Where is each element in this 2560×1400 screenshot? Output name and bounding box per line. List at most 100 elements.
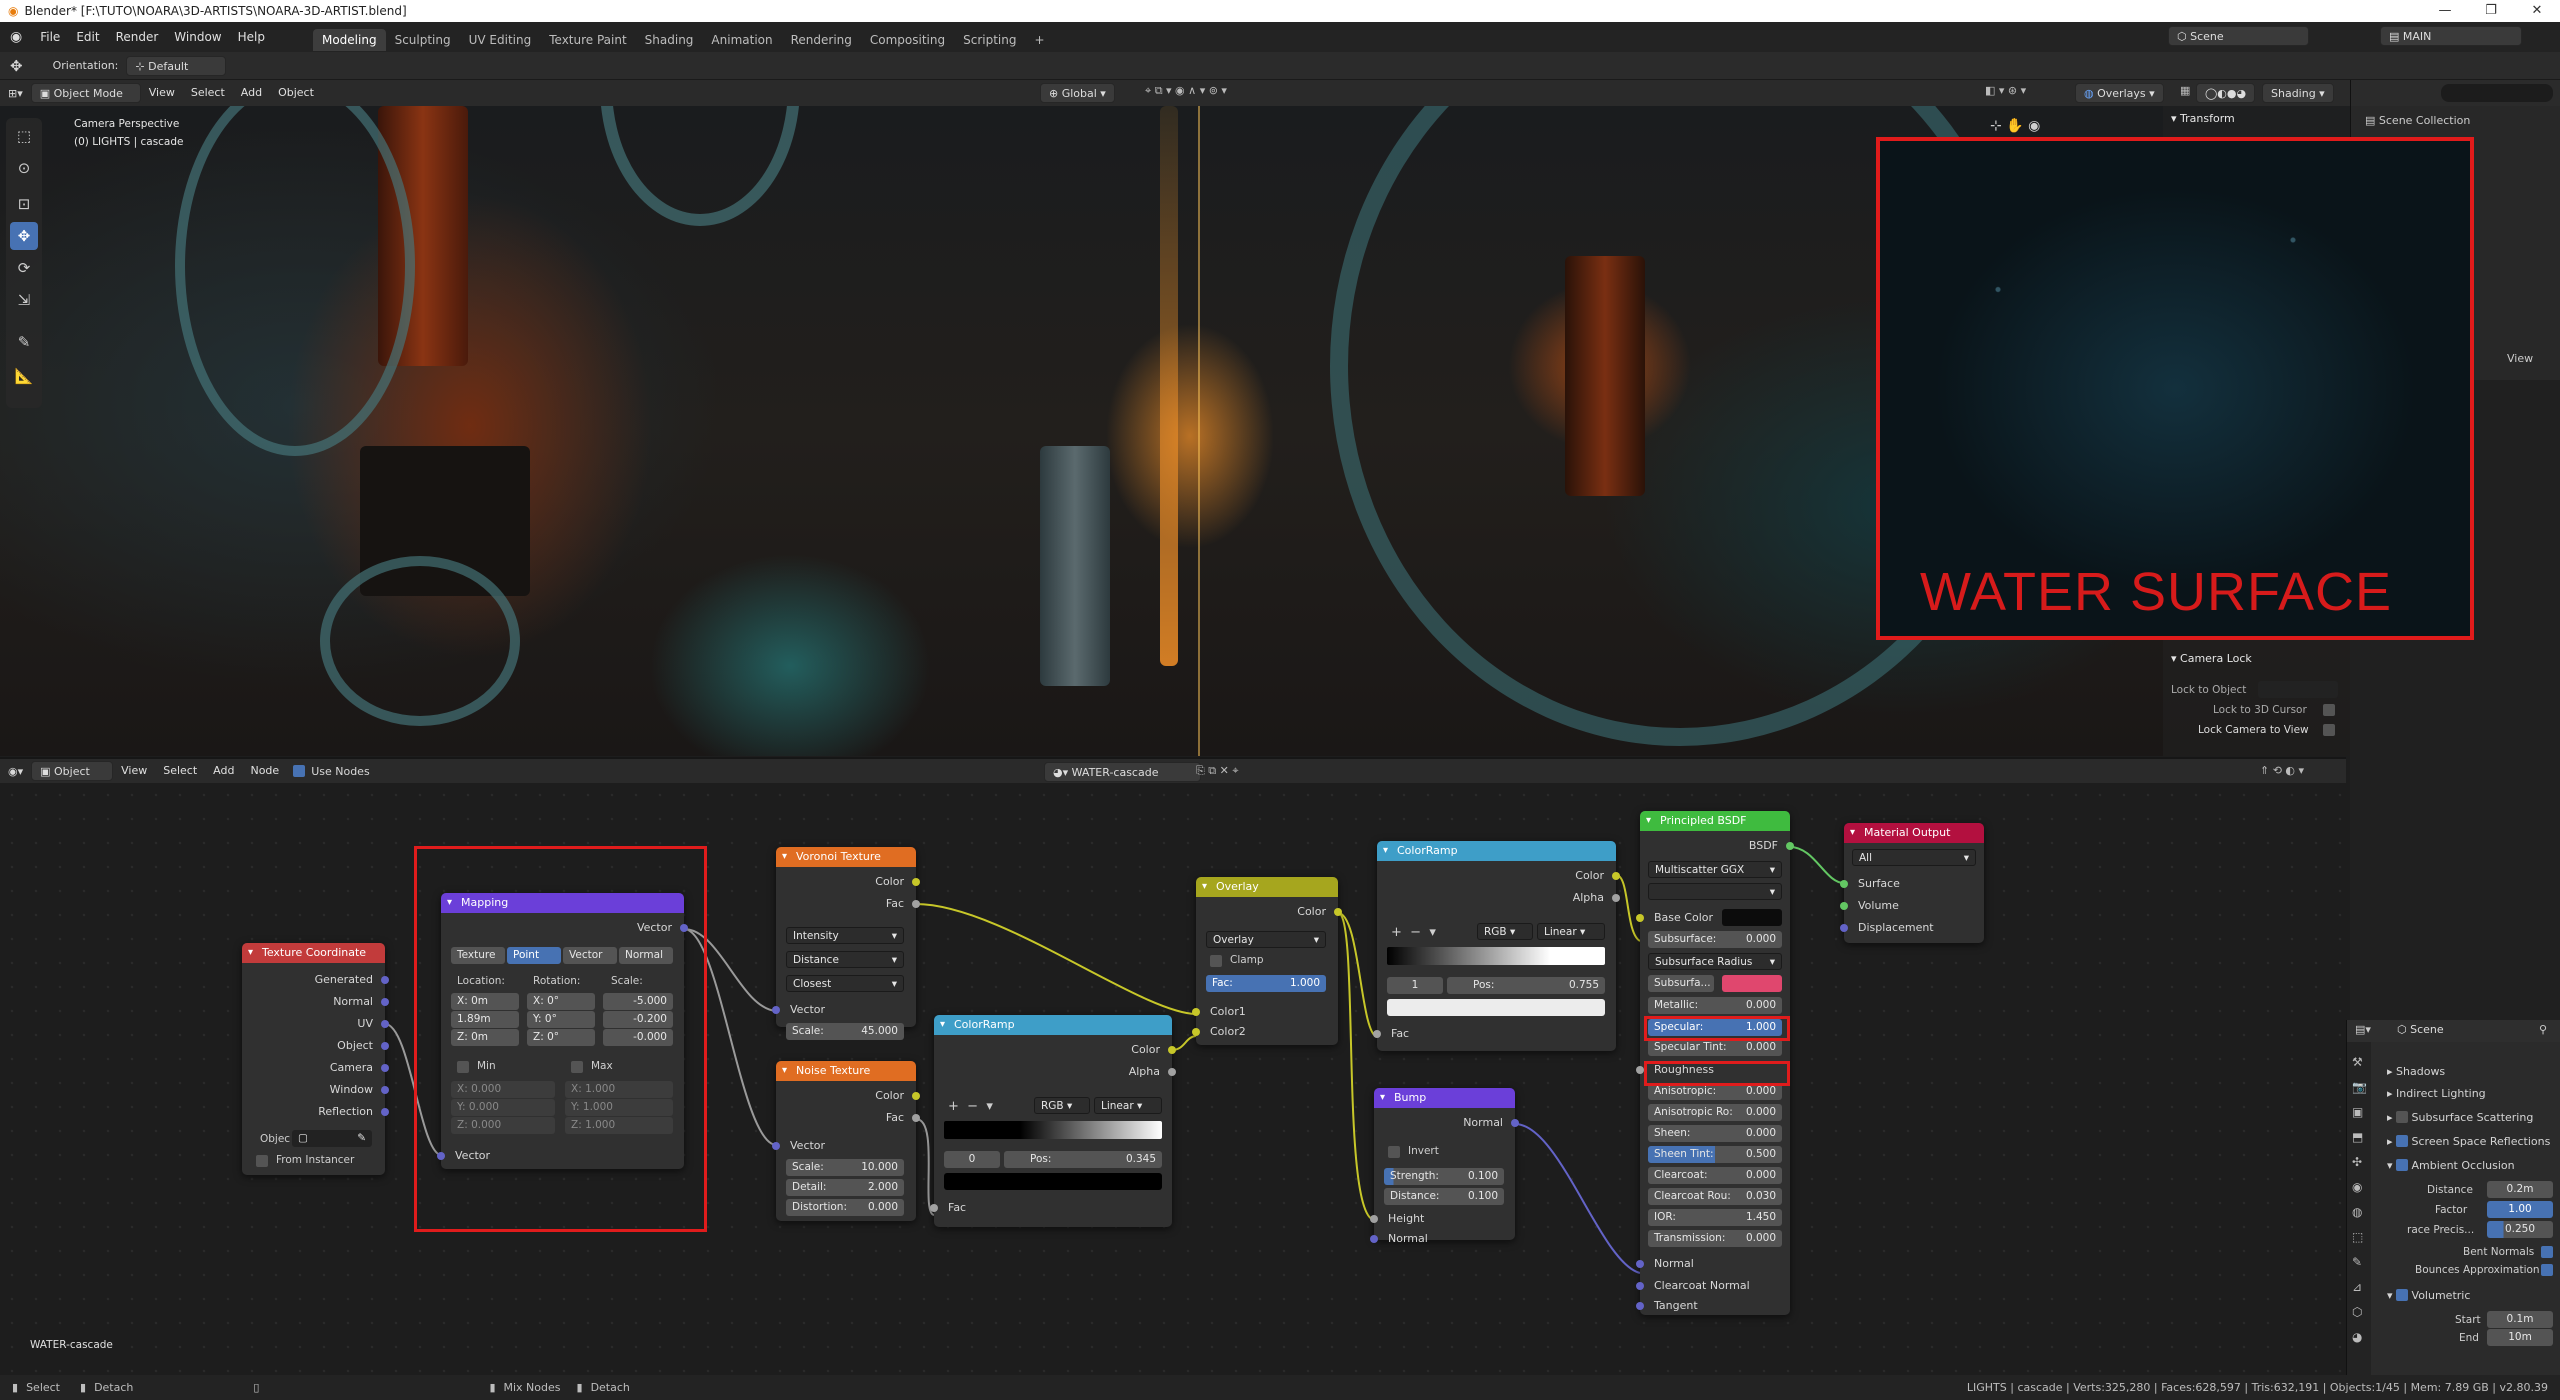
eyedropper-icon[interactable]: ✎ [357,1130,366,1147]
base-color-swatch[interactable] [1722,909,1782,926]
socket-camera[interactable] [381,1064,389,1072]
tab-texture-paint[interactable]: Texture Paint [540,29,635,51]
location-y[interactable]: 1.89m [451,1011,519,1028]
ramp2-gradient[interactable] [1387,947,1605,965]
node-editor-canvas[interactable]: Texture Coordinate Generated Normal UV O… [0,783,2346,1375]
tab-shading[interactable]: Shading [636,29,703,51]
outliner-search[interactable] [2441,84,2553,102]
tab-modeling[interactable]: Modeling [312,29,386,51]
displacement-socket[interactable] [1840,924,1848,932]
from-instancer-checkbox[interactable] [256,1155,268,1167]
move-tool-button-icon[interactable]: ✥ [10,222,38,250]
lock-to-cursor-checkbox[interactable] [2323,704,2335,716]
ramp2-pos-field[interactable]: Pos: 0.755 [1447,977,1605,994]
menu-file[interactable]: File [32,22,68,52]
ramp2-fac-socket[interactable] [1373,1030,1381,1038]
menu-edit[interactable]: Edit [68,22,107,52]
bsdf-clearcoat-normal-socket[interactable] [1636,1282,1644,1290]
mapping-input-socket[interactable] [437,1152,445,1160]
scene-collection-row[interactable]: ▤ Scene Collection [2365,114,2470,127]
socket-normal[interactable] [381,998,389,1006]
shading-dropdown[interactable]: Shading ▾ [2262,83,2334,103]
camera-lock-panel-header[interactable]: ▾ Camera Lock [2171,652,2252,665]
transform-panel-header[interactable]: ▾ Transform [2171,112,2235,125]
bsdf-header[interactable]: Principled BSDF [1640,811,1790,831]
overlay-mix-node[interactable]: Overlay Color Overlay▾ Clamp Fac:1.000 C… [1192,877,1342,1045]
node-menu-view[interactable]: View [113,756,155,786]
outliner-view-tab[interactable]: View [2507,352,2533,365]
socket-object[interactable] [381,1042,389,1050]
material-selector[interactable]: ◕▾ WATER-cascade [1044,762,1201,782]
ramp2-color-swatch[interactable] [1387,999,1605,1016]
volumetric-section[interactable]: ▾ Volumetric [2387,1286,2552,1306]
material-output-node[interactable]: Material Output All▾ Surface Volume Disp… [1840,823,1984,943]
overlay-blend-dropdown[interactable]: Overlay ▾ [1206,931,1326,948]
ramp2-color-socket[interactable] [1612,872,1620,880]
max-x[interactable]: X: 1.000 [565,1081,673,1098]
socket-window[interactable] [381,1086,389,1094]
bsdf-sheen-tint[interactable]: Sheen Tint: 0.500 [1648,1146,1782,1163]
bsdf-specular-tint[interactable]: Specular Tint: 0.000 [1648,1039,1782,1056]
properties-tab-icons[interactable]: ⚒ 📷 ▣ ⬒ ✣ ◉ ◍ ⬚ ✎ ⊿ ⬡ ◕ [2352,1050,2367,1350]
bsdf-sss-dropdown[interactable]: ▾ [1648,883,1782,900]
blender-menu-icon[interactable]: ◉ [0,29,32,45]
overlay-fac-field[interactable]: Fac: 1.000 [1206,975,1326,992]
volume-socket[interactable] [1840,902,1848,910]
shading-modes[interactable]: ◯◐●◕ [2196,83,2256,103]
mapping-type-point[interactable]: Point [507,947,561,964]
bump-distance-field[interactable]: Distance: 0.100 [1384,1188,1504,1205]
ramp2-stop-controls[interactable]: + − ▾ [1391,925,1436,940]
mapping-type-normal[interactable]: Normal [619,947,673,964]
node-menu-node[interactable]: Node [242,756,287,786]
ramp1-gradient[interactable] [944,1121,1162,1139]
location-x[interactable]: X: 0m [451,993,519,1010]
surface-socket[interactable] [1840,880,1848,888]
min-checkbox[interactable] [457,1061,469,1073]
bsdf-clearcoat[interactable]: Clearcoat: 0.000 [1648,1167,1782,1184]
voronoi-vector-socket[interactable] [772,1006,780,1014]
bsdf-output-socket[interactable] [1786,842,1794,850]
mapping-type-texture[interactable]: Texture [451,947,505,964]
mapping-header[interactable]: Mapping [441,893,684,913]
bsdf-transmission[interactable]: Transmission: 0.000 [1648,1230,1782,1247]
vol-end-field[interactable]: 10m [2487,1329,2553,1346]
max-y[interactable]: Y: 1.000 [565,1099,673,1116]
ramp1-fac-socket[interactable] [930,1204,938,1212]
voronoi-header[interactable]: Voronoi Texture [776,847,916,867]
clamp-checkbox[interactable] [1210,955,1222,967]
socket-uv[interactable] [381,1020,389,1028]
rotate-tool-icon[interactable]: ⟳ [10,254,38,282]
min-y[interactable]: Y: 0.000 [451,1099,555,1116]
bent-normals-checkbox[interactable] [2541,1246,2553,1258]
location-z[interactable]: Z: 0m [451,1029,519,1046]
bsdf-clearcoat-roughness[interactable]: Clearcoat Rou: 0.030 [1648,1188,1782,1205]
min-x[interactable]: X: 0.000 [451,1081,555,1098]
shader-type-dropdown[interactable]: ▣ Object [31,761,114,781]
mapping-type-vector[interactable]: Vector [563,947,617,964]
material-output-header[interactable]: Material Output [1844,823,1984,843]
output-target-dropdown[interactable]: All ▾ [1852,849,1976,866]
tab-animation[interactable]: Animation [702,29,781,51]
noise-texture-node[interactable]: Noise Texture Color Fac Vector Scale:10.… [772,1061,920,1221]
mapping-output-socket[interactable] [680,924,688,932]
mode-dropdown[interactable]: ▣ Object Mode [30,83,141,103]
navigation-gizmo[interactable]: ⊹ ✋ ◉ [1990,118,2040,134]
material-actions-icon[interactable]: ⎘ ⧉ ✕ ⌖ [1196,764,1239,778]
viewport-menu-add[interactable]: Add [233,78,270,108]
bsdf-subsurface-radius[interactable]: Subsurface Radius ▾ [1648,953,1782,970]
ramp1-color-mode[interactable]: RGB ▾ [1034,1097,1090,1114]
bsdf-distribution-dropdown[interactable]: Multiscatter GGX ▾ [1648,861,1782,878]
restore-button[interactable]: ❐ [2468,0,2514,22]
ramp1-pos-field[interactable]: Pos: 0.345 [1004,1151,1162,1168]
bounces-checkbox[interactable] [2541,1264,2553,1276]
node-editor-type-icon[interactable]: ◉▾ [0,765,31,778]
move-tool-icon[interactable]: ✥ [0,57,33,75]
cursor-tool-icon[interactable]: ⊙ [10,154,38,182]
lock-to-object-field[interactable] [2258,681,2338,698]
texture-coordinate-node[interactable]: Texture Coordinate Generated Normal UV O… [242,943,389,1175]
base-color-socket[interactable] [1636,914,1644,922]
texture-coordinate-header[interactable]: Texture Coordinate [242,943,385,963]
orientation-dropdown[interactable]: ⊹ Default [126,55,227,76]
use-nodes-checkbox[interactable] [293,765,306,777]
scale-y[interactable]: -0.200 [603,1011,673,1028]
